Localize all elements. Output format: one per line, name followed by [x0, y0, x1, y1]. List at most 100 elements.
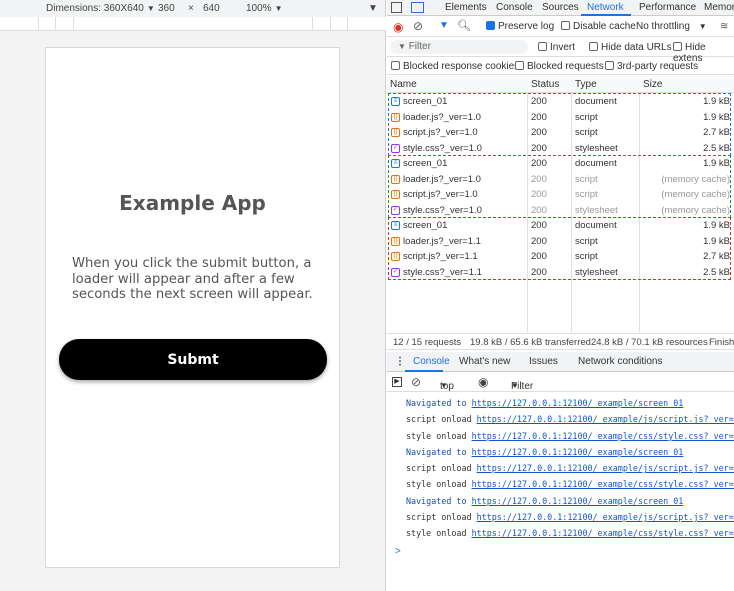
drawer-tab-issues[interactable]: Issues: [529, 356, 558, 367]
script-icon: {}: [391, 174, 400, 184]
cell-name: loader.js?_ver=1.1: [403, 235, 481, 247]
script-icon: {}: [391, 128, 400, 137]
console-log-message: script onload https://127.0.0.1:12100/_e…: [387, 411, 734, 427]
blocked-cookies-checkbox[interactable]: Blocked response cookies: [391, 61, 519, 72]
dimensions-dropdown[interactable]: Dimensions: 360X640 ▼: [46, 3, 155, 14]
inspect-element-icon[interactable]: [391, 2, 402, 13]
sidebar-toggle-icon[interactable]: ▶: [392, 377, 402, 387]
dimensions-label: Dimensions: 360X640: [46, 3, 144, 14]
ruler-mark: [55, 17, 56, 31]
record-icon[interactable]: ◉: [393, 20, 403, 34]
throttling-select[interactable]: No throttling ▼: [636, 21, 707, 32]
table-row[interactable]: ≡ screen_01 200 document 1.9 kB: [387, 94, 734, 110]
message-url-link[interactable]: https://127.0.0.1:12100/_example/css/sty…: [472, 528, 734, 538]
drawer-menu-icon[interactable]: ⋮: [395, 356, 405, 367]
table-row[interactable]: ✓ style.css?_ver=1.1 200 stylesheet 2.5 kB: [387, 265, 734, 281]
width-input[interactable]: 360: [158, 3, 175, 14]
column-header-name[interactable]: Name: [390, 79, 417, 90]
message-text: Navigated to: [406, 398, 472, 408]
cell-size: (memory cache): [661, 189, 730, 200]
ruler-mark: [73, 17, 74, 31]
script-icon: {}: [391, 252, 400, 261]
invert-checkbox[interactable]: Invert: [538, 42, 575, 53]
drawer-tab-whats-new[interactable]: What's new: [459, 356, 510, 367]
table-row[interactable]: ✓ style.css?_ver=1.0 200 stylesheet 2.5 kB: [387, 141, 734, 157]
document-icon: ≡: [391, 97, 400, 106]
chevron-down-icon: ▼: [698, 22, 707, 31]
table-row[interactable]: {} loader.js?_ver=1.0 200 script (memory cac…: [387, 172, 734, 188]
blocked-requests-checkbox[interactable]: Blocked requests: [515, 61, 604, 72]
table-row[interactable]: ≡ screen_01 200 document 1.9 kB: [387, 156, 734, 172]
finish-time: Finish: [709, 337, 734, 348]
column-header-type[interactable]: Type: [575, 79, 597, 90]
clear-icon[interactable]: ⊘: [413, 19, 423, 33]
table-row[interactable]: ✓ style.css?_ver=1.0 200 stylesheet (memory …: [387, 203, 734, 219]
drawer-tab-console[interactable]: Console: [413, 356, 450, 367]
document-icon: ≡: [391, 221, 400, 230]
drawer-tabbar: ⋮ Console What's new Issues Network cond…: [387, 352, 734, 372]
device-toolbar-icon[interactable]: [411, 2, 424, 13]
disable-cache-checkbox[interactable]: Disable cache: [561, 21, 636, 32]
network-conditions-icon[interactable]: ≋: [720, 21, 728, 32]
ruler-mark: [38, 17, 39, 31]
column-header-size[interactable]: Size: [643, 79, 662, 90]
submit-button[interactable]: Submt: [59, 339, 327, 380]
message-url-link[interactable]: https://127.0.0.1:12100/_example/js/scri…: [477, 463, 734, 473]
cell-type: stylesheet: [575, 266, 618, 278]
drawer-tab-network-conditions[interactable]: Network conditions: [578, 356, 662, 367]
cell-size: 1.9 kB: [703, 220, 730, 231]
device-ruler: [0, 17, 386, 31]
column-header-status[interactable]: Status: [531, 79, 559, 90]
tab-sources[interactable]: Sources: [542, 2, 579, 13]
message-url-link[interactable]: https://127.0.0.1:12100/_example/css/sty…: [472, 479, 734, 489]
cell-size: 2.7 kB: [703, 127, 730, 138]
filter-input[interactable]: ▼ Filter: [390, 40, 528, 54]
tab-console[interactable]: Console: [496, 2, 533, 13]
third-party-checkbox[interactable]: 3rd-party requests: [605, 61, 698, 72]
console-log-message: script onload https://127.0.0.1:12100/_e…: [387, 509, 734, 525]
table-row[interactable]: {} script.js?_ver=1.1 200 script 2.7 kB: [387, 249, 734, 265]
cell-size: 2.5 kB: [703, 266, 730, 278]
search-icon[interactable]: 🔍︎: [457, 19, 471, 32]
table-row[interactable]: {} loader.js?_ver=1.1 200 script 1.9 kB: [387, 234, 734, 250]
chevron-down-icon: ▼: [440, 381, 448, 390]
message-text: script onload: [406, 414, 477, 425]
cell-size: 2.5 kB: [703, 142, 730, 154]
console-log-message: script onload https://127.0.0.1:12100/_e…: [387, 460, 734, 476]
message-url-link[interactable]: https://127.0.0.1:12100/_example/screen_…: [472, 496, 684, 506]
zoom-dropdown[interactable]: 100% ▼: [246, 3, 283, 14]
cell-type: stylesheet: [575, 142, 618, 154]
clear-console-icon[interactable]: ⊘: [411, 375, 421, 389]
table-row[interactable]: {} script.js?_ver=1.0 200 script 2.7 kB: [387, 125, 734, 141]
console-log-message: style onload https://127.0.0.1:12100/_ex…: [387, 428, 734, 444]
cell-name: style.css?_ver=1.0: [403, 142, 482, 154]
table-row[interactable]: {} script.js?_ver=1.0 200 script (memory cac…: [387, 187, 734, 203]
resources-size: 24.8 kB / 70.1 kB resources: [591, 337, 708, 348]
blocked-row: Blocked response cookies Blocked request…: [387, 57, 734, 75]
cell-type: script: [575, 189, 598, 200]
message-url-link[interactable]: https://127.0.0.1:12100/_example/screen_…: [472, 447, 684, 457]
message-url-link[interactable]: https://127.0.0.1:12100/_example/js/scri…: [477, 414, 734, 424]
tab-performance[interactable]: Performance: [639, 2, 696, 13]
tab-elements[interactable]: Elements: [445, 2, 487, 13]
cell-type: script: [575, 251, 598, 262]
tab-memory[interactable]: Memor: [704, 2, 734, 13]
cell-name: script.js?_ver=1.1: [403, 251, 478, 262]
hide-data-urls-checkbox[interactable]: Hide data URLs: [589, 42, 672, 53]
message-url-link[interactable]: https://127.0.0.1:12100/_example/screen_…: [472, 398, 684, 408]
more-options-icon[interactable]: ▼: [368, 3, 378, 14]
height-input[interactable]: 640: [203, 3, 220, 14]
message-url-link[interactable]: https://127.0.0.1:12100/_example/css/sty…: [472, 431, 734, 441]
console-prompt[interactable]: >: [395, 546, 401, 557]
tab-network[interactable]: Network: [587, 2, 624, 13]
cell-size: (memory cache): [661, 173, 730, 185]
devtools-panel: Elements Console Sources Network Perform…: [387, 0, 734, 591]
preserve-log-checkbox[interactable]: Preserve log: [486, 21, 554, 32]
active-tab-indicator: [581, 14, 631, 16]
message-url-link[interactable]: https://127.0.0.1:12100/_example/js/scri…: [477, 512, 734, 522]
filter-icon[interactable]: ▼: [439, 20, 449, 31]
table-row[interactable]: {} loader.js?_ver=1.0 200 script 1.9 kB: [387, 110, 734, 126]
app-description: When you click the submit button, a load…: [72, 256, 313, 302]
table-row[interactable]: ≡ screen_01 200 document 1.9 kB: [387, 218, 734, 234]
live-expression-eye-icon[interactable]: ◉: [478, 375, 488, 389]
